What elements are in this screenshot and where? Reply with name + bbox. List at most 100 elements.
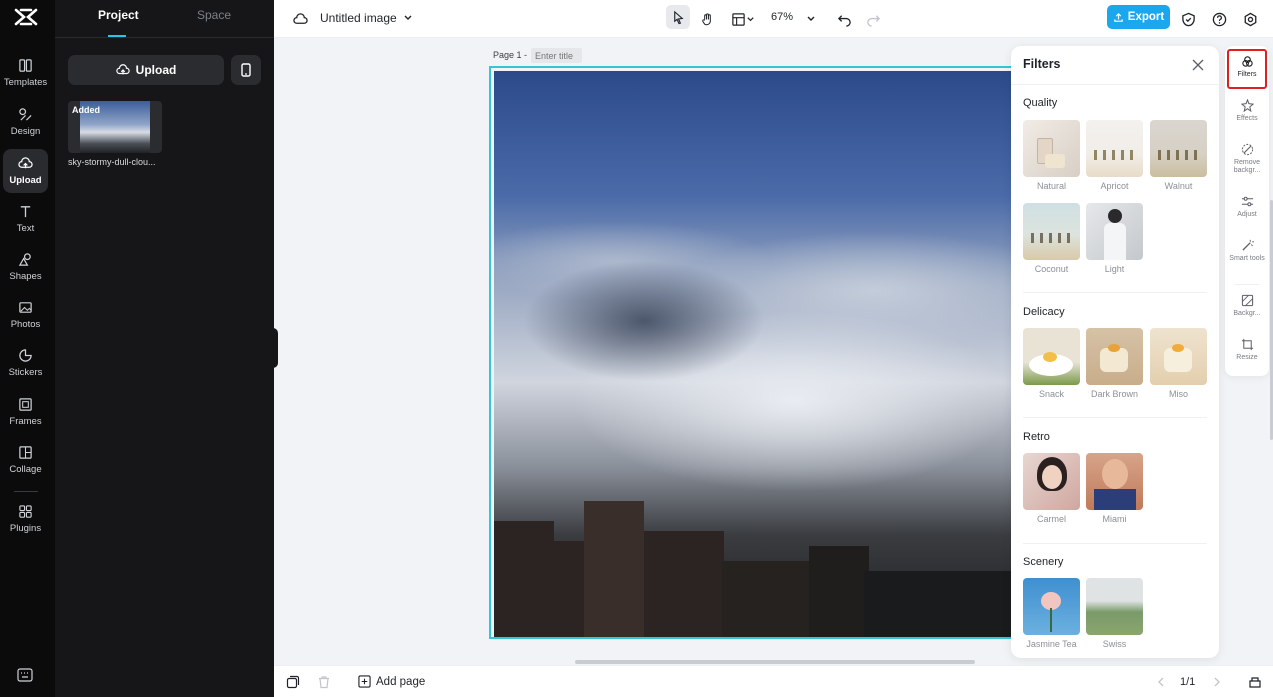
tab-project[interactable]: Project xyxy=(98,8,139,22)
collage-icon xyxy=(19,446,32,459)
rail-item-frames[interactable]: Frames xyxy=(3,390,48,434)
rail-label: Frames xyxy=(9,416,42,427)
sky-photo[interactable] xyxy=(494,71,1017,637)
building-silhouette xyxy=(584,501,644,637)
tool-effects[interactable]: Effects xyxy=(1227,95,1267,135)
tool-adjust[interactable]: Adjust xyxy=(1227,191,1267,231)
filter-thumbnail xyxy=(1086,578,1143,635)
pointer-icon xyxy=(673,10,684,24)
filter-light[interactable]: Light xyxy=(1086,203,1143,274)
filter-walnut[interactable]: Walnut xyxy=(1150,120,1207,191)
page-title-input[interactable] xyxy=(531,48,582,63)
duplicate-page-icon[interactable] xyxy=(286,675,300,689)
tool-smart-tools[interactable]: Smart tools xyxy=(1227,235,1267,279)
tool-label: Effects xyxy=(1236,115,1258,122)
redo-button[interactable] xyxy=(863,9,883,29)
tool-filters[interactable]: Filters xyxy=(1227,49,1267,89)
document-title[interactable]: Untitled image xyxy=(320,11,413,25)
stickers-icon xyxy=(19,349,32,362)
left-rail: Templates Design Upload Text Shapes Phot… xyxy=(0,0,55,697)
add-page-button[interactable]: Add page xyxy=(358,675,425,688)
trash-icon[interactable] xyxy=(317,675,331,689)
asset-name: sky-stormy-dull-clou... xyxy=(68,157,156,167)
filter-snack[interactable]: Snack xyxy=(1023,328,1080,399)
building-silhouette xyxy=(722,561,812,637)
rail-item-shapes[interactable]: Shapes xyxy=(3,245,48,289)
undo-icon xyxy=(837,14,851,27)
rail-item-text[interactable]: Text xyxy=(3,197,48,241)
bottom-bar: Add page 1/1 xyxy=(274,665,1273,697)
rail-item-design[interactable]: Design xyxy=(3,100,48,144)
text-icon xyxy=(20,206,31,218)
layout-menu-button[interactable] xyxy=(727,9,759,29)
filter-miso[interactable]: Miso xyxy=(1150,328,1207,399)
tool-remove-background[interactable]: Remove backgr... xyxy=(1227,139,1267,185)
rail-item-stickers[interactable]: Stickers xyxy=(3,341,48,385)
templates-icon xyxy=(19,59,32,72)
zoom-level[interactable]: 67% xyxy=(771,11,793,23)
filter-natural[interactable]: Natural xyxy=(1023,120,1080,191)
filter-miami[interactable]: Miami xyxy=(1086,453,1143,524)
rail-label: Collage xyxy=(9,464,42,475)
tool-resize[interactable]: Resize xyxy=(1227,334,1267,374)
filter-apricot[interactable]: Apricot xyxy=(1086,120,1143,191)
select-tool-button[interactable] xyxy=(666,5,690,29)
chevron-down-icon xyxy=(807,16,815,21)
building-silhouette xyxy=(644,531,724,637)
app-logo[interactable] xyxy=(13,6,39,28)
divider xyxy=(1011,84,1219,85)
filter-label: Jasmine Tea xyxy=(1026,639,1077,649)
keyboard-shortcuts-icon[interactable] xyxy=(17,668,33,682)
upload-button[interactable]: Upload xyxy=(68,55,224,85)
filter-jasmine-tea[interactable]: Jasmine Tea xyxy=(1023,578,1080,649)
rail-item-templates[interactable]: Templates xyxy=(3,51,48,95)
tool-label: Smart tools xyxy=(1229,255,1265,262)
hand-icon xyxy=(701,12,711,25)
tool-background[interactable]: Backgr... xyxy=(1227,290,1267,330)
filter-thumbnail xyxy=(1023,328,1080,385)
filter-thumbnail xyxy=(1086,328,1143,385)
upload-button-label: Upload xyxy=(135,63,177,77)
close-icon[interactable] xyxy=(1191,58,1205,72)
shield-icon xyxy=(1181,12,1195,26)
filter-carmel[interactable]: Carmel xyxy=(1023,453,1080,524)
remove-background-icon xyxy=(1241,143,1253,156)
undo-button[interactable] xyxy=(834,9,854,29)
hand-tool-button[interactable] xyxy=(697,9,717,29)
shield-button[interactable] xyxy=(1178,9,1198,29)
cloud-sync-icon[interactable] xyxy=(290,9,310,29)
added-badge: Added xyxy=(72,105,100,115)
rail-label: Photos xyxy=(10,319,41,330)
chevron-left-icon[interactable] xyxy=(1154,675,1168,689)
chevron-right-icon[interactable] xyxy=(1210,675,1224,689)
building-silhouette xyxy=(494,521,554,637)
page-manager-icon[interactable] xyxy=(1248,675,1262,689)
filter-label: Apricot xyxy=(1100,181,1129,191)
uploaded-asset-thumbnail[interactable]: Added xyxy=(68,101,162,153)
zoom-dropdown-button[interactable] xyxy=(801,9,821,29)
filter-coconut[interactable]: Coconut xyxy=(1023,203,1080,274)
export-button[interactable]: Export xyxy=(1107,5,1170,29)
upload-cloud-icon xyxy=(18,157,33,169)
filter-swiss[interactable]: Swiss xyxy=(1086,578,1143,649)
tool-label: Resize xyxy=(1236,354,1258,361)
filter-label: Dark Brown xyxy=(1090,389,1138,399)
filter-label: Natural xyxy=(1036,181,1066,191)
upload-from-phone-button[interactable] xyxy=(231,55,261,85)
building-silhouette xyxy=(809,546,869,637)
horizontal-scrollbar[interactable] xyxy=(575,660,975,664)
divider xyxy=(1023,417,1207,418)
panel-collapse-handle[interactable] xyxy=(270,328,278,368)
filter-label: Miso xyxy=(1168,389,1188,399)
rail-item-plugins[interactable]: Plugins xyxy=(3,497,48,541)
canvas-page[interactable] xyxy=(489,66,1019,639)
section-title-quality: Quality xyxy=(1023,97,1058,109)
rail-item-photos[interactable]: Photos xyxy=(3,293,48,337)
rail-item-collage[interactable]: Collage xyxy=(3,438,48,482)
help-button[interactable] xyxy=(1209,9,1229,29)
rail-item-upload[interactable]: Upload xyxy=(3,149,48,193)
filter-dark-brown[interactable]: Dark Brown xyxy=(1086,328,1143,399)
tab-space[interactable]: Space xyxy=(197,8,231,22)
rail-label: Design xyxy=(10,126,41,137)
settings-button[interactable] xyxy=(1240,9,1260,29)
